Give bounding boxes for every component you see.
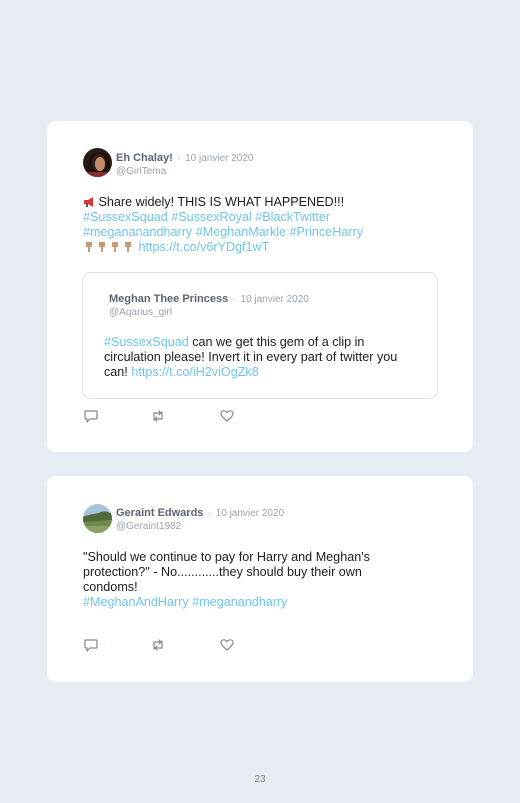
- quoted-author-name[interactable]: Meghan Thee Princess: [109, 293, 228, 305]
- author-name[interactable]: Geraint Edwards: [116, 507, 203, 519]
- like-icon[interactable]: [219, 408, 235, 424]
- quoted-text-line: circulation please! Invert it in every p…: [104, 350, 398, 364]
- tweet-text: "Should we continue to pay for Harry and…: [83, 550, 443, 610]
- reply-icon[interactable]: [83, 637, 99, 653]
- retweet-icon[interactable]: [150, 408, 166, 424]
- hashtags[interactable]: #MeghanAndHarry #meganandharry: [83, 595, 443, 610]
- tweet-header: Geraint Edwards · 10 janvier 2020 @Gerai…: [116, 505, 284, 533]
- tweet-header: Eh Chalay! · 10 janvier 2020 @GirlTema: [116, 150, 254, 178]
- quoted-text-line: can we get this gem of a clip in: [188, 335, 365, 349]
- quoted-header: Meghan Thee Princess · 10 janvier 2020 @…: [109, 291, 309, 319]
- like-icon[interactable]: [219, 637, 235, 653]
- avatar[interactable]: [83, 148, 112, 177]
- quoted-link[interactable]: https://t.co/iH2viOgZk8: [131, 365, 258, 379]
- tweet-text: Share widely! THIS IS WHAT HAPPENED!!! #…: [83, 195, 443, 255]
- tweet-actions: [83, 637, 253, 653]
- tweet-link[interactable]: https://t.co/v6rYDgf1wT: [139, 240, 270, 254]
- tweet-text-line: "Should we continue to pay for Harry and…: [83, 550, 370, 564]
- quoted-date[interactable]: 10 janvier 2020: [240, 294, 308, 305]
- author-name[interactable]: Eh Chalay!: [116, 152, 173, 164]
- tweet-date[interactable]: 10 janvier 2020: [216, 508, 284, 519]
- megaphone-icon: [83, 195, 99, 209]
- quoted-tweet[interactable]: Meghan Thee Princess · 10 janvier 2020 @…: [82, 272, 438, 399]
- tweet-date[interactable]: 10 janvier 2020: [185, 153, 253, 164]
- hashtags[interactable]: #megananandharry #MeghanMarkle #PrinceHa…: [83, 225, 443, 240]
- page-number: 23: [254, 774, 266, 785]
- author-handle[interactable]: @Geraint1982: [116, 520, 284, 533]
- reply-icon[interactable]: [83, 408, 99, 424]
- avatar[interactable]: [83, 504, 112, 533]
- separator: ·: [232, 294, 237, 305]
- quoted-text: #SussexSquad can we get this gem of a cl…: [104, 335, 429, 380]
- quoted-text-line: can!: [104, 365, 132, 379]
- separator: ·: [177, 153, 181, 164]
- separator: ·: [207, 508, 212, 519]
- tweet-card: Geraint Edwards · 10 janvier 2020 @Gerai…: [47, 476, 473, 682]
- hashtags[interactable]: #SussexSquad #SussexRoyal #BlackTwitter: [83, 210, 443, 225]
- retweet-icon[interactable]: [150, 637, 166, 653]
- tweet-text-line: condoms!: [83, 580, 138, 594]
- tweet-text-line: Share widely! THIS IS WHAT HAPPENED!!!: [98, 195, 345, 209]
- avatar-image: [83, 148, 112, 177]
- avatar-image: [83, 504, 112, 533]
- tweet-text-line: protection?" - No............they should…: [83, 565, 362, 579]
- tweet-card: Eh Chalay! · 10 janvier 2020 @GirlTema S…: [47, 121, 473, 452]
- quoted-handle[interactable]: @Aqarius_girl: [109, 306, 309, 319]
- pointing-down-hand-icon: [83, 240, 139, 254]
- hashtag[interactable]: #SussexSquad: [104, 335, 189, 349]
- author-handle[interactable]: @GirlTema: [116, 165, 254, 178]
- tweet-actions: [83, 408, 253, 424]
